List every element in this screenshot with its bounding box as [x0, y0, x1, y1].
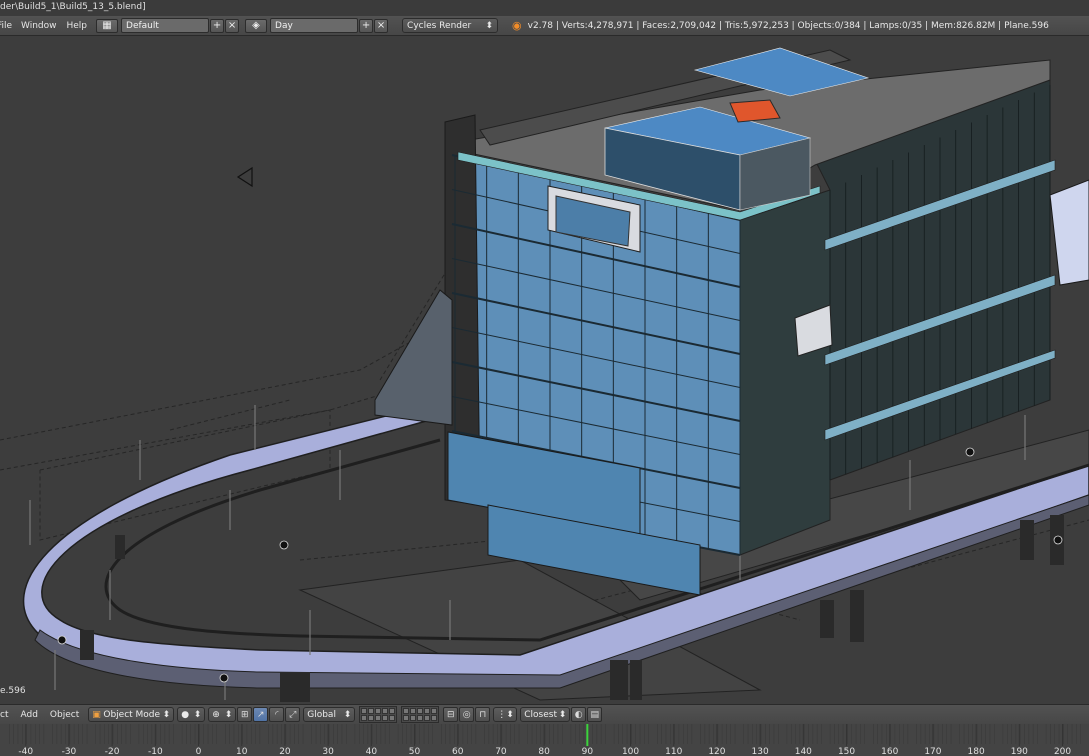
timeline-frame-label: 0	[196, 747, 202, 756]
mode-dropdown[interactable]: ▣ Object Mode ⬍	[88, 707, 175, 722]
snap-target-dropdown[interactable]: Closest ⬍	[520, 707, 571, 722]
snap-toggle-icon[interactable]: ⊓	[475, 707, 491, 722]
timeline-frame-label: 150	[838, 747, 855, 756]
object-mode-icon: ▣	[92, 709, 101, 720]
pivot-icon: ⊕	[212, 709, 220, 720]
side-ramp	[374, 289, 453, 426]
timeline-frame-label: 130	[752, 747, 769, 756]
timeline-frame-label: 100	[622, 747, 639, 756]
building-side-facade	[739, 189, 831, 556]
chevron-down-icon: ⬍	[506, 709, 514, 720]
timeline-frame-label: 90	[582, 747, 594, 756]
timeline-ruler[interactable]: -40 -30 -20 -10 0 10 20 30 40 50 60 70 80 90 100 110 120…	[0, 724, 1089, 756]
timeline-frame-label: 10	[236, 747, 248, 756]
timeline-frame-label: 20	[279, 747, 291, 756]
timeline-frame-label: -30	[62, 747, 77, 756]
snap-increment-icon: ⋮	[497, 709, 507, 720]
timeline-frame-label: 120	[708, 747, 725, 756]
timeline-frame-label: 80	[538, 747, 550, 756]
render-engine-label: Cycles Render	[407, 20, 472, 31]
menu-help[interactable]: Help	[62, 16, 93, 35]
mode-label: Object Mode	[103, 709, 161, 720]
add-scene-button[interactable]: +	[359, 18, 374, 33]
timeline-frame-label: 180	[968, 747, 985, 756]
menu-file[interactable]: File	[0, 16, 12, 35]
timeline-frame-label: -10	[148, 747, 163, 756]
layer-buttons-left[interactable]	[359, 706, 398, 723]
timeline[interactable]: -40 -30 -20 -10 0 10 20 30 40 50 60 70 80 90 100 110 120…	[0, 724, 1089, 756]
timeline-frame-label: 60	[452, 747, 464, 756]
proportional-edit-icon[interactable]: ◎	[459, 707, 475, 722]
menu-select[interactable]: ct	[0, 705, 14, 724]
timeline-frame-label: 30	[322, 747, 334, 756]
layer-lock-icon[interactable]: ⊟	[443, 707, 459, 722]
rotate-manipulator-icon[interactable]: ◜	[269, 707, 285, 722]
chevron-down-icon: ⬍	[162, 709, 171, 720]
timeline-frame-label: 110	[665, 747, 682, 756]
screen-layout-icon[interactable]: ▦	[96, 18, 119, 33]
snap-element-dropdown[interactable]: ⋮ ⬍	[493, 707, 518, 722]
add-screen-button[interactable]: +	[210, 18, 225, 33]
right-overpass	[1049, 179, 1089, 286]
snap-target-label: Closest	[524, 709, 557, 720]
manipulator-toggle-icon[interactable]: ⊞	[237, 707, 253, 722]
blender-window: der\Build5_1\Build5_13_5.blend] File Win…	[0, 0, 1089, 756]
pivot-dropdown[interactable]: ⊕ ⬍	[208, 707, 237, 722]
translate-manipulator-icon[interactable]: ↗	[253, 707, 269, 722]
render-engine-dropdown[interactable]: Cycles Render ⬍	[402, 18, 499, 33]
viewport-scene[interactable]	[0, 36, 1089, 704]
info-header: File Window Help ▦ Default + × ◈ Day + ×…	[0, 16, 1089, 36]
orientation-label: Global	[307, 709, 336, 720]
timeline-frame-label: 140	[795, 747, 812, 756]
timeline-frame-label: 200	[1054, 747, 1071, 756]
blender-logo-icon: ◉	[512, 19, 522, 32]
menu-window[interactable]: Window	[16, 16, 62, 35]
timeline-frame-label: 70	[495, 747, 507, 756]
render-opengl-icon[interactable]: ▤	[587, 707, 603, 722]
3d-view-header: ct Add Object ▣ Object Mode ⬍ ● ⬍ ⊕ ⬍ ⊞ ↗ …	[0, 704, 1089, 724]
chevron-down-icon: ⬍	[193, 709, 202, 720]
layer-buttons-right[interactable]	[401, 706, 440, 723]
chevron-down-icon: ⬍	[224, 709, 233, 720]
camera-object-icon[interactable]	[236, 166, 253, 188]
shading-solid-icon: ●	[181, 709, 190, 720]
viewport-shading-dropdown[interactable]: ● ⬍	[177, 707, 206, 722]
scene-stats: v2.78 | Verts:4,278,971 | Faces:2,709,04…	[527, 20, 1049, 31]
timeline-frame-label: -40	[18, 747, 33, 756]
timeline-frame-label: 50	[409, 747, 421, 756]
transform-orientation-dropdown[interactable]: Global ⬍	[303, 707, 356, 722]
scene-icon[interactable]: ◈	[245, 18, 268, 33]
chevron-down-icon: ⬍	[558, 709, 567, 720]
timeline-frame-label: 160	[881, 747, 898, 756]
menu-object[interactable]: Object	[44, 705, 85, 724]
timeline-frame-label: 40	[366, 747, 378, 756]
delete-screen-button[interactable]: ×	[225, 18, 240, 33]
scale-manipulator-icon[interactable]: ⤢	[285, 707, 301, 722]
menu-add[interactable]: Add	[14, 705, 43, 724]
render-preview-icon[interactable]: ◐	[571, 707, 587, 722]
timeline-frame-label: -20	[105, 747, 120, 756]
window-title: der\Build5_1\Build5_13_5.blend]	[0, 0, 1089, 16]
chevron-down-icon: ⬍	[485, 20, 494, 31]
3d-viewport[interactable]: e.596	[0, 36, 1089, 704]
chevron-down-icon: ⬍	[343, 709, 352, 720]
timeline-frame-label: 190	[1011, 747, 1028, 756]
screen-layout-field[interactable]: Default	[121, 18, 210, 33]
scene-field[interactable]: Day	[270, 18, 359, 33]
timeline-frame-label: 170	[924, 747, 941, 756]
active-object-label: e.596	[0, 686, 26, 696]
delete-scene-button[interactable]: ×	[374, 18, 389, 33]
